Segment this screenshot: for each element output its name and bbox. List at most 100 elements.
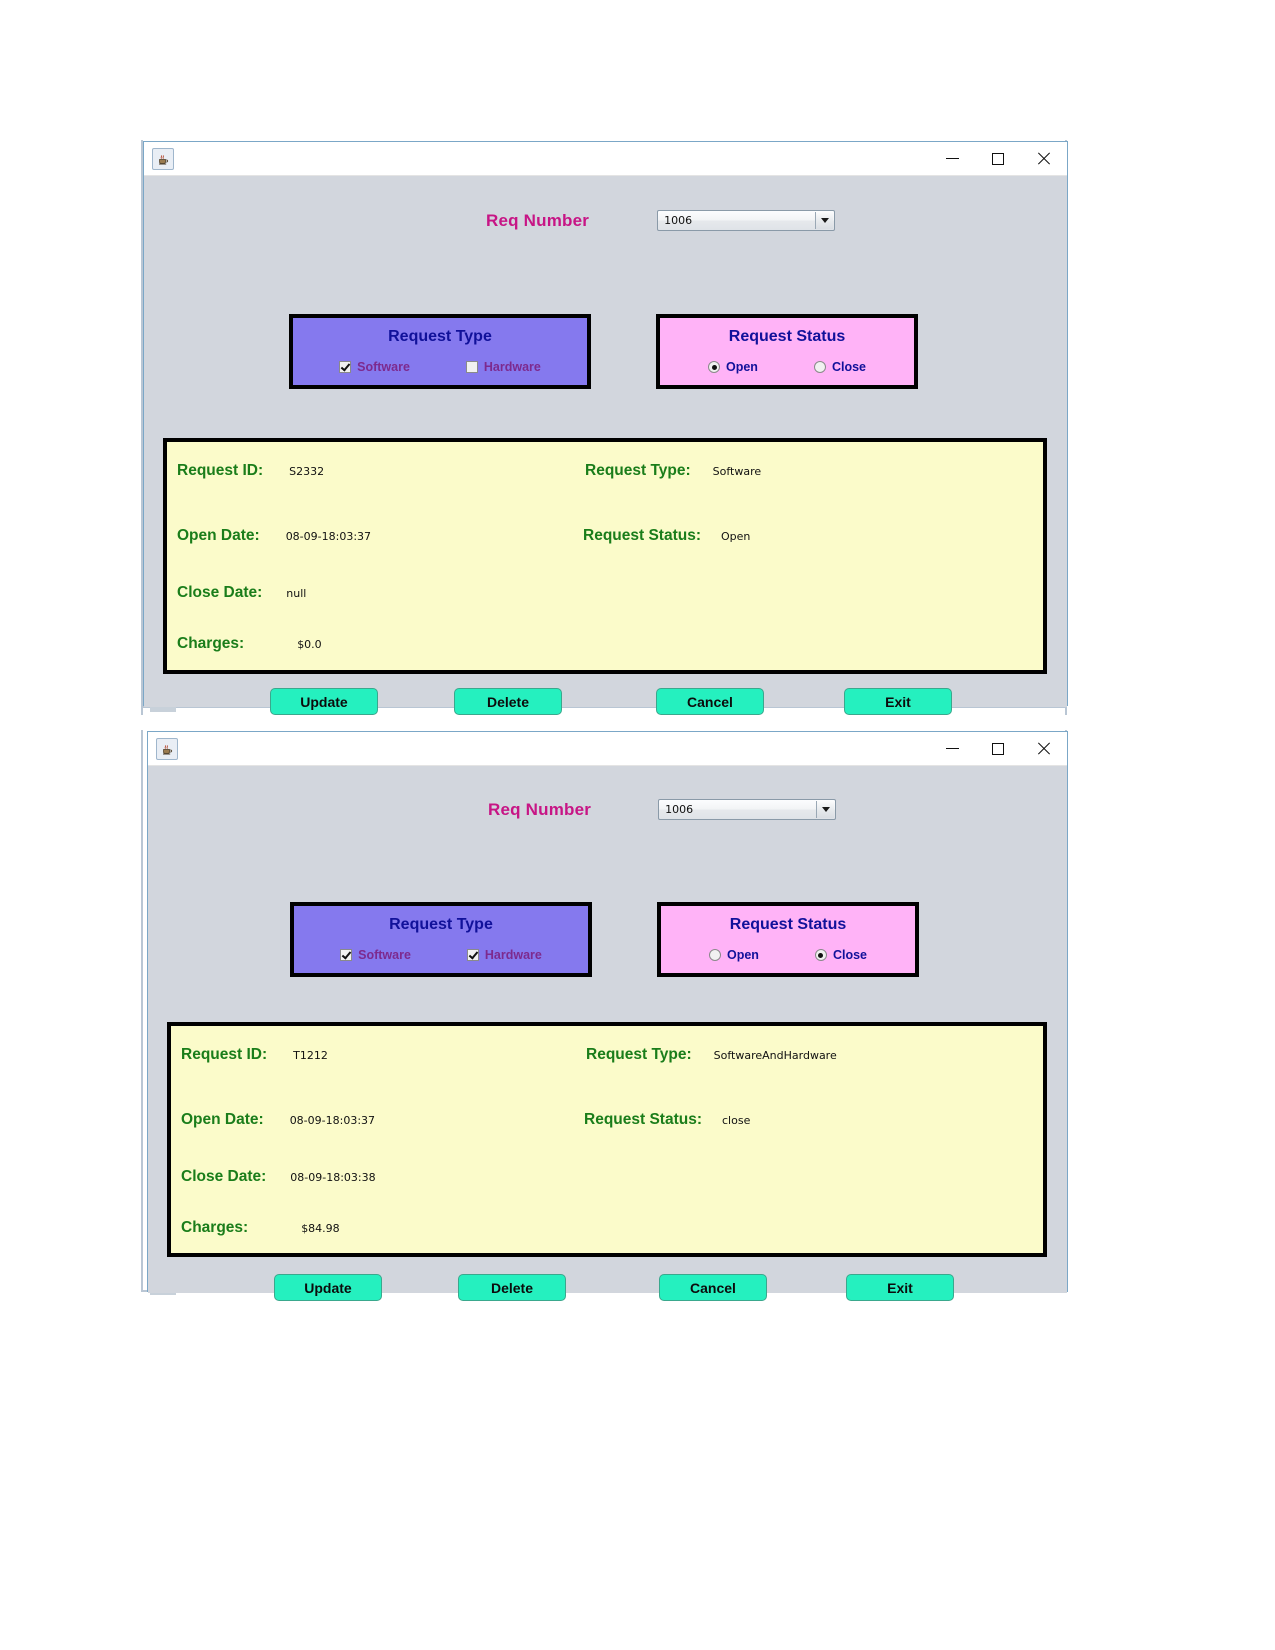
minimize-icon xyxy=(945,158,959,159)
request-type-panel: Request Type Software Hardware xyxy=(290,902,592,977)
exit-button[interactable]: Exit xyxy=(846,1274,954,1301)
delete-button[interactable]: Delete xyxy=(454,688,562,715)
req-number-combobox[interactable]: 1006 xyxy=(657,210,836,231)
checkbox-hardware[interactable]: Hardware xyxy=(466,948,542,962)
request-status-options: Open Close xyxy=(660,360,914,374)
radio-close-label: Close xyxy=(831,360,866,374)
maximize-button[interactable] xyxy=(975,733,1021,765)
req-number-label: Req Number xyxy=(486,210,590,230)
detail-open-date-label: Open Date: xyxy=(177,527,260,544)
detail-request-type-label: Request Type: xyxy=(585,462,691,479)
detail-charges-value: $0.0 xyxy=(297,638,322,651)
cancel-button[interactable]: Cancel xyxy=(659,1274,767,1301)
update-button[interactable]: Update xyxy=(274,1274,382,1301)
detail-charges: Charges: $0.0 xyxy=(177,635,322,653)
detail-close-date: Close Date: null xyxy=(177,584,306,602)
detail-request-id-value: S2332 xyxy=(289,465,325,478)
detail-request-type-label: Request Type: xyxy=(586,1046,692,1063)
checkbox-software-box[interactable] xyxy=(340,949,353,961)
detail-request-status-value: Open xyxy=(721,530,751,543)
req-number-value: 1006 xyxy=(665,803,694,816)
background-page-edge-left-lower xyxy=(141,730,143,1292)
window-content: Req Number 1006 Request Type Software Ha… xyxy=(148,766,1067,1301)
title-bar xyxy=(148,732,1067,766)
cancel-button[interactable]: Cancel xyxy=(656,688,764,715)
maximize-button[interactable] xyxy=(975,143,1021,175)
checkbox-hardware-label: Hardware xyxy=(483,360,541,374)
checkbox-software-label: Software xyxy=(357,360,410,374)
detail-request-id: Request ID: T1212 xyxy=(181,1046,328,1064)
detail-request-type-value: SoftwareAndHardware xyxy=(713,1049,837,1062)
detail-close-date-value: null xyxy=(286,587,307,600)
detail-open-date: Open Date: 08-09-18:03:37 xyxy=(181,1111,375,1129)
detail-request-type: Request Type: Software xyxy=(585,462,761,480)
detail-close-date-label: Close Date: xyxy=(181,1168,267,1185)
detail-request-status-value: close xyxy=(722,1114,751,1127)
request-status-options: Open Close xyxy=(661,948,915,962)
req-number-row: Req Number 1006 xyxy=(486,210,836,231)
detail-close-date-value: 08-09-18:03:38 xyxy=(290,1171,376,1184)
request-type-title: Request Type xyxy=(389,916,493,933)
radio-open-label: Open xyxy=(727,948,759,962)
detail-charges: Charges: $84.98 xyxy=(181,1219,340,1237)
detail-charges-value: $84.98 xyxy=(301,1222,340,1235)
detail-request-status: Request Status: close xyxy=(584,1111,750,1129)
checkbox-hardware-label: Hardware xyxy=(484,948,542,962)
request-type-options: Software Hardware xyxy=(293,360,587,374)
detail-request-id-label: Request ID: xyxy=(181,1046,268,1063)
request-type-panel: Request Type Software Hardware xyxy=(289,314,591,389)
detail-charges-label: Charges: xyxy=(181,1219,249,1236)
detail-request-id: Request ID: S2332 xyxy=(177,462,324,480)
detail-request-status: Request Status: Open xyxy=(583,527,750,545)
checkbox-hardware-box[interactable] xyxy=(465,361,478,373)
close-button[interactable] xyxy=(1021,143,1067,175)
detail-open-date-value: 08-09-18:03:37 xyxy=(285,530,372,543)
update-button[interactable]: Update xyxy=(270,688,378,715)
checkbox-hardware[interactable]: Hardware xyxy=(465,360,541,374)
request-details-panel: Request ID: S2332 Request Type: Software… xyxy=(163,438,1047,674)
request-window-closed: Req Number 1006 Request Type Software Ha… xyxy=(147,731,1068,1301)
exit-button[interactable]: Exit xyxy=(844,688,952,715)
detail-open-date-value: 08-09-18:03:37 xyxy=(289,1114,376,1127)
request-type-title: Request Type xyxy=(388,328,492,345)
radio-close-dot[interactable] xyxy=(813,361,826,373)
title-bar xyxy=(144,142,1067,176)
detail-open-date-label: Open Date: xyxy=(181,1111,264,1128)
checkbox-hardware-box[interactable] xyxy=(466,949,479,961)
java-coffee-cup-icon xyxy=(156,737,178,760)
close-icon xyxy=(1037,742,1051,756)
detail-close-date-label: Close Date: xyxy=(177,584,263,601)
radio-open-dot[interactable] xyxy=(709,949,721,961)
checkbox-software-box[interactable] xyxy=(339,361,352,373)
java-coffee-cup-icon xyxy=(152,147,174,170)
minimize-icon xyxy=(945,748,959,749)
window-content: Req Number 1006 Request Type Software Ha… xyxy=(144,176,1067,715)
request-status-panel: Request Status Open Close xyxy=(657,902,919,977)
minimize-button[interactable] xyxy=(929,143,975,175)
delete-button[interactable]: Delete xyxy=(458,1274,566,1301)
detail-close-date: Close Date: 08-09-18:03:38 xyxy=(181,1168,376,1186)
radio-open[interactable]: Open xyxy=(709,948,759,962)
minimize-button[interactable] xyxy=(929,733,975,765)
radio-close[interactable]: Close xyxy=(813,360,866,374)
chevron-down-icon[interactable] xyxy=(816,801,835,818)
close-icon xyxy=(1037,152,1051,166)
close-button[interactable] xyxy=(1021,733,1067,765)
checkbox-software[interactable]: Software xyxy=(339,360,410,374)
detail-request-type-value: Software xyxy=(712,465,762,478)
radio-close[interactable]: Close xyxy=(814,948,867,962)
radio-open-label: Open xyxy=(726,360,758,374)
req-number-label: Req Number xyxy=(488,799,592,819)
maximize-icon xyxy=(992,152,1004,165)
req-number-value: 1006 xyxy=(664,214,693,227)
checkbox-software[interactable]: Software xyxy=(340,948,411,962)
radio-open-dot[interactable] xyxy=(708,361,720,373)
request-window-open: Req Number 1006 Request Type Software Ha… xyxy=(143,141,1068,715)
radio-open[interactable]: Open xyxy=(708,360,758,374)
chevron-down-icon[interactable] xyxy=(815,212,834,229)
request-type-options: Software Hardware xyxy=(294,948,588,962)
detail-request-type: Request Type: SoftwareAndHardware xyxy=(586,1046,837,1064)
radio-close-dot[interactable] xyxy=(814,949,827,961)
detail-charges-label: Charges: xyxy=(177,635,245,652)
req-number-combobox[interactable]: 1006 xyxy=(658,799,837,820)
